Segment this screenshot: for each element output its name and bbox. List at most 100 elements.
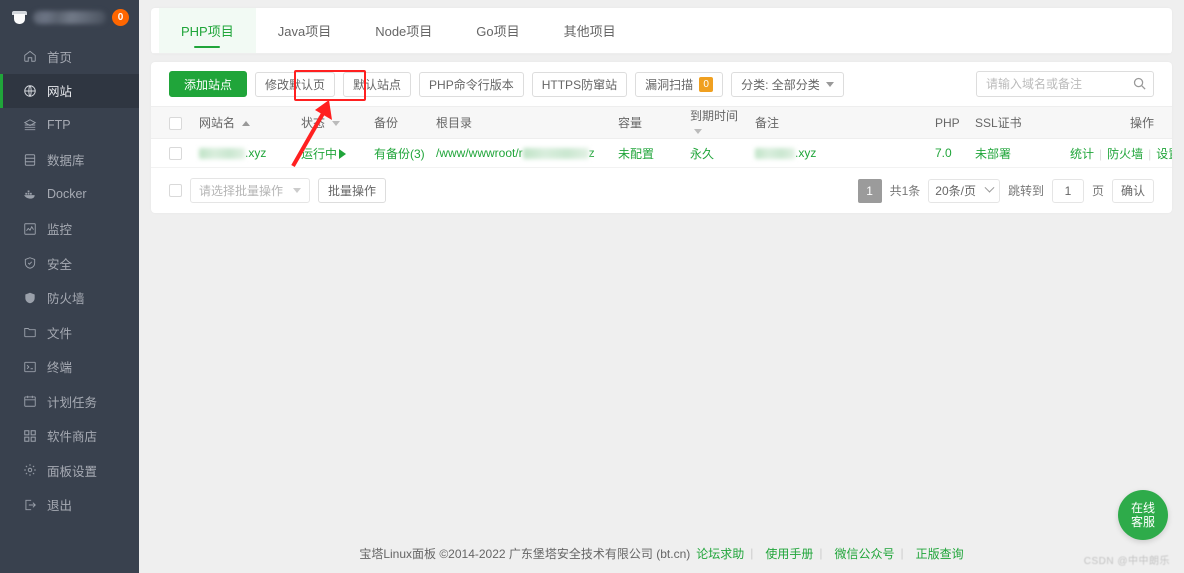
sidebar-item-label: 监控 xyxy=(47,223,73,238)
sidebar-item-cron[interactable]: 计划任务 xyxy=(0,384,139,419)
pagination: 1 共1条 20条/页 跳转到 页 确认 xyxy=(857,178,1154,203)
sidebar-item-terminal[interactable]: 终端 xyxy=(0,350,139,385)
cell-capacity[interactable]: 未配置 xyxy=(614,138,686,168)
chevron-down-icon xyxy=(293,188,302,193)
page-footer: 宝塔Linux面板 ©2014-2022 广东堡塔安全技术有限公司 (bt.cn… xyxy=(139,533,1184,573)
tab-label: PHP项目 xyxy=(181,24,234,39)
th-site-name[interactable]: 网站名 xyxy=(195,106,297,139)
th-ssl: SSL证书 xyxy=(971,106,1066,139)
play-icon[interactable] xyxy=(339,149,347,160)
footer-select-all-checkbox[interactable] xyxy=(169,184,182,197)
tab-php-project[interactable]: PHP项目 xyxy=(159,8,256,53)
default-site-button[interactable]: 默认站点 xyxy=(343,71,412,97)
service-label-line2: 客服 xyxy=(1130,515,1155,529)
sort-desc-icon[interactable] xyxy=(332,121,341,127)
cell-remark[interactable]: .xyz xyxy=(751,138,931,168)
add-site-button[interactable]: 添加站点 xyxy=(169,71,248,97)
category-filter-dropdown[interactable]: 分类: 全部分类 xyxy=(731,71,844,97)
sidebar-item-label: FTP xyxy=(47,118,71,133)
modify-default-page-button[interactable]: 修改默认页 xyxy=(255,71,336,97)
main-content: PHP项目 Java项目 Node项目 Go项目 其他项目 添加站点 修改默认页… xyxy=(139,0,1184,573)
tab-label: Go项目 xyxy=(476,24,520,39)
sidebar-item-home[interactable]: 首页 xyxy=(0,39,139,74)
sites-toolbar: 添加站点 修改默认页 默认站点 PHP命令行版本 HTTPS防窜站 漏洞扫描 0… xyxy=(151,62,1172,106)
root-dir-prefix: /www/wwwroot/r xyxy=(436,146,523,160)
copyright-text: 宝塔Linux面板 ©2014-2022 广东堡塔安全技术有限公司 (bt.cn… xyxy=(359,546,691,561)
search-input[interactable] xyxy=(976,71,1154,97)
sidebar-item-label: 文件 xyxy=(47,326,73,341)
page-size-label: 20条/页 xyxy=(935,184,976,198)
jump-confirm-button[interactable]: 确认 xyxy=(1111,178,1154,203)
php-cli-version-button[interactable]: PHP命令行版本 xyxy=(419,71,524,97)
row-checkbox[interactable] xyxy=(169,147,182,161)
action-stats[interactable]: 统计 xyxy=(1070,147,1094,161)
app-root: 0 首页 网站 FTP 数据库 Docker 监控 安全 防火墙 文件 终端 计… xyxy=(0,0,1184,573)
footer-link-forum[interactable]: 论坛求助 xyxy=(696,545,744,562)
cell-root-dir[interactable]: /www/wwwroot/r z xyxy=(432,138,614,168)
table-row[interactable]: .xyz 运行中 有备份(3) /www/wwwroot/r z 未配置 永久 .… xyxy=(151,138,1172,168)
cell-actions: 统计|防火墙|设置|删除 xyxy=(1066,138,1172,168)
notification-badge[interactable]: 0 xyxy=(112,8,129,26)
table-header-row: 网站名 状态 备份 根目录 容量 到期时间 备注 PHP SSL证书 操作 xyxy=(151,106,1172,139)
th-expire-time[interactable]: 到期时间 xyxy=(686,106,751,139)
action-firewall[interactable]: 防火墙 xyxy=(1107,147,1143,161)
vuln-scan-badge: 0 xyxy=(699,76,714,92)
page-size-select[interactable]: 20条/页 xyxy=(928,178,1000,203)
status-text: 运行中 xyxy=(301,146,338,161)
page-number-1[interactable]: 1 xyxy=(857,178,882,203)
sidebar-item-database[interactable]: 数据库 xyxy=(0,143,139,178)
th-status[interactable]: 状态 xyxy=(297,106,370,139)
sidebar-item-files[interactable]: 文件 xyxy=(0,315,139,350)
tab-other-project[interactable]: 其他项目 xyxy=(542,8,638,53)
batch-action-select[interactable]: 请选择批量操作 xyxy=(190,178,311,203)
remark-blurred xyxy=(755,148,795,160)
total-count-label: 共1条 xyxy=(889,184,921,198)
sidebar-item-label: 终端 xyxy=(47,361,73,376)
select-all-checkbox[interactable] xyxy=(169,116,182,130)
sidebar-item-app-store[interactable]: 软件商店 xyxy=(0,419,139,454)
th-label: SSL证书 xyxy=(975,116,1022,130)
sidebar-item-docker[interactable]: Docker xyxy=(0,177,139,212)
footer-link-wechat[interactable]: 微信公众号 xyxy=(835,545,895,562)
batch-action-button[interactable]: 批量操作 xyxy=(318,178,387,203)
sidebar-item-firewall[interactable]: 防火墙 xyxy=(0,281,139,316)
sidebar-item-ftp[interactable]: FTP xyxy=(0,108,139,143)
globe-icon xyxy=(23,84,37,98)
cell-backup[interactable]: 有备份(3) xyxy=(370,138,432,168)
sort-desc-icon[interactable] xyxy=(694,129,702,135)
folder-icon xyxy=(23,325,37,339)
vuln-scan-button[interactable]: 漏洞扫描 0 xyxy=(635,71,724,97)
cell-site-name[interactable]: .xyz xyxy=(195,138,297,168)
cell-expire[interactable]: 永久 xyxy=(686,138,751,168)
footer-link-license-query[interactable]: 正版查询 xyxy=(916,545,964,562)
sidebar-item-panel-settings[interactable]: 面板设置 xyxy=(0,453,139,488)
tab-go-project[interactable]: Go项目 xyxy=(454,8,541,53)
jump-page-input[interactable] xyxy=(1051,178,1084,203)
sidebar-item-website[interactable]: 网站 xyxy=(0,73,139,108)
tab-node-project[interactable]: Node项目 xyxy=(353,8,454,53)
cell-php[interactable]: 7.0 xyxy=(931,138,971,168)
th-actions: 操作 xyxy=(1066,106,1172,139)
project-tabs: PHP项目 Java项目 Node项目 Go项目 其他项目 xyxy=(151,8,1172,54)
page-unit-label: 页 xyxy=(1091,184,1104,198)
th-label: 备份 xyxy=(374,116,399,130)
sidebar-bottom-spacer xyxy=(0,529,139,573)
sort-asc-icon[interactable] xyxy=(242,121,251,127)
th-remark: 备注 xyxy=(751,106,931,139)
online-service-button[interactable]: 在线 客服 xyxy=(1118,490,1168,540)
https-hotlink-button[interactable]: HTTPS防窜站 xyxy=(531,71,628,97)
sidebar-item-security[interactable]: 安全 xyxy=(0,246,139,281)
sidebar-item-logout[interactable]: 退出 xyxy=(0,488,139,523)
chevron-down-icon xyxy=(984,182,995,193)
sites-table: 网站名 状态 备份 根目录 容量 到期时间 备注 PHP SSL证书 操作 .x… xyxy=(151,106,1172,168)
tabs-card: PHP项目 Java项目 Node项目 Go项目 其他项目 xyxy=(151,8,1172,54)
cell-ssl[interactable]: 未部署 xyxy=(971,138,1066,168)
sidebar-item-monitor[interactable]: 监控 xyxy=(0,212,139,247)
footer-link-manual[interactable]: 使用手册 xyxy=(765,545,813,562)
service-label-line1: 在线 xyxy=(1130,501,1155,515)
sites-card: 添加站点 修改默认页 默认站点 PHP命令行版本 HTTPS防窜站 漏洞扫描 0… xyxy=(151,62,1172,213)
sidebar-item-label: 软件商店 xyxy=(47,430,98,445)
bt-panel-logo-icon xyxy=(12,10,27,25)
action-settings[interactable]: 设置 xyxy=(1156,147,1172,161)
tab-java-project[interactable]: Java项目 xyxy=(256,8,353,53)
